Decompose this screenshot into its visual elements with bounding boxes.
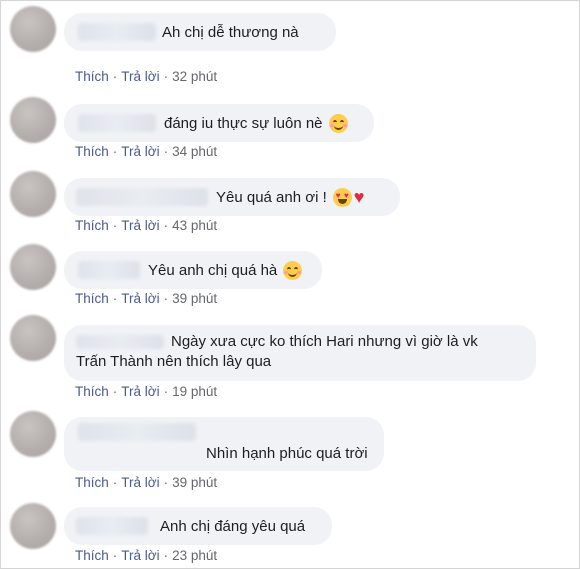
- comment-text: Anh chị đáng yêu quá: [160, 517, 306, 535]
- comment-list: Ah chị dễ thương nà Thích · Trả lời · 32 phú…: [0, 0, 580, 569]
- author-name[interactable]: [78, 423, 196, 441]
- comment-bubble: Anh chị đáng yêu quá: [64, 507, 332, 545]
- comment-meta: Thích · Trả lời · 39 phút: [75, 291, 217, 306]
- avatar[interactable]: [10, 244, 56, 290]
- separator: ·: [163, 475, 169, 490]
- comment-meta: Thích · Trả lời · 39 phút: [75, 475, 217, 490]
- separator: ·: [112, 475, 118, 490]
- like-button[interactable]: Thích: [75, 144, 109, 159]
- comment-timestamp[interactable]: 34 phút: [172, 144, 217, 159]
- avatar[interactable]: [10, 171, 56, 217]
- comment-meta: Thích · Trả lời · 32 phút: [75, 69, 217, 84]
- comment-meta: Thích · Trả lời · 43 phút: [75, 218, 217, 233]
- like-button[interactable]: Thích: [75, 69, 109, 84]
- comment-timestamp[interactable]: 39 phút: [172, 475, 217, 490]
- author-name[interactable]: [76, 335, 164, 350]
- reply-button[interactable]: Trả lời: [121, 69, 159, 84]
- comment-bubble: Yêu quá anh ơi ! ♥ ♥ ♥: [64, 178, 400, 216]
- comment-bubble: đáng iu thực sự luôn nè: [64, 104, 374, 142]
- comment-text: Yêu quá anh ơi !: [216, 188, 327, 206]
- reply-button[interactable]: Trả lời: [121, 291, 159, 306]
- comment-meta: Thích · Trả lời · 34 phút: [75, 144, 217, 159]
- comment-timestamp[interactable]: 43 phút: [172, 218, 217, 233]
- comment-text: Ah chị dễ thương nà: [162, 23, 299, 41]
- like-button[interactable]: Thích: [75, 548, 109, 563]
- comment-text-line1: Ngày xưa cực ko thích Hari nhưng vì giờ …: [171, 333, 478, 350]
- like-button[interactable]: Thích: [75, 291, 109, 306]
- smiling-face-icon: [283, 260, 303, 280]
- like-button[interactable]: Thích: [75, 384, 109, 399]
- separator: ·: [163, 69, 169, 84]
- author-name[interactable]: [78, 261, 140, 279]
- comment-bubble: Nhìn hạnh phúc quá trời: [64, 417, 384, 471]
- avatar[interactable]: [10, 315, 56, 361]
- avatar[interactable]: [10, 6, 56, 52]
- comment-bubble: Yêu anh chị quá hà: [64, 251, 322, 289]
- separator: ·: [112, 144, 118, 159]
- comment-bubble: Ngày xưa cực ko thích Hari nhưng vì giờ …: [64, 325, 536, 381]
- reply-button[interactable]: Trả lời: [121, 548, 159, 563]
- comment-timestamp[interactable]: 39 phút: [172, 291, 217, 306]
- reply-button[interactable]: Trả lời: [121, 384, 159, 399]
- comment-meta: Thích · Trả lời · 19 phút: [75, 384, 217, 399]
- avatar[interactable]: [10, 411, 56, 457]
- author-name[interactable]: [78, 114, 156, 132]
- separator: ·: [112, 291, 118, 306]
- comment-timestamp[interactable]: 23 phút: [172, 548, 217, 563]
- separator: ·: [112, 218, 118, 233]
- comment-text: đáng iu thực sự luôn nè: [164, 114, 323, 132]
- like-button[interactable]: Thích: [75, 475, 109, 490]
- reply-button[interactable]: Trả lời: [121, 144, 159, 159]
- reply-button[interactable]: Trả lời: [121, 218, 159, 233]
- comment-timestamp[interactable]: 19 phút: [172, 384, 217, 399]
- author-name[interactable]: [76, 517, 148, 535]
- comment-timestamp[interactable]: 32 phút: [172, 69, 217, 84]
- avatar[interactable]: [10, 97, 56, 143]
- comment-text: Nhìn hạnh phúc quá trời: [206, 444, 368, 462]
- comment-text: Yêu anh chị quá hà: [148, 261, 278, 279]
- separator: ·: [112, 69, 118, 84]
- separator: ·: [163, 548, 169, 563]
- avatar[interactable]: [10, 503, 56, 549]
- separator: ·: [112, 384, 118, 399]
- reply-button[interactable]: Trả lời: [121, 475, 159, 490]
- author-name[interactable]: [78, 23, 156, 41]
- separator: ·: [163, 291, 169, 306]
- smiling-face-icon: [328, 113, 348, 133]
- comment-meta: Thích · Trả lời · 23 phút: [75, 548, 217, 563]
- separator: ·: [163, 144, 169, 159]
- comment-bubble: Ah chị dễ thương nà: [64, 13, 336, 51]
- separator: ·: [163, 384, 169, 399]
- like-button[interactable]: Thích: [75, 218, 109, 233]
- separator: ·: [163, 218, 169, 233]
- heart-eyes-icon: ♥ ♥: [332, 187, 352, 207]
- separator: ·: [112, 548, 118, 563]
- author-name[interactable]: [76, 188, 208, 206]
- comment-text-line2: Trấn Thành nên thích lây qua: [76, 353, 272, 370]
- red-heart-icon: ♥: [353, 186, 365, 207]
